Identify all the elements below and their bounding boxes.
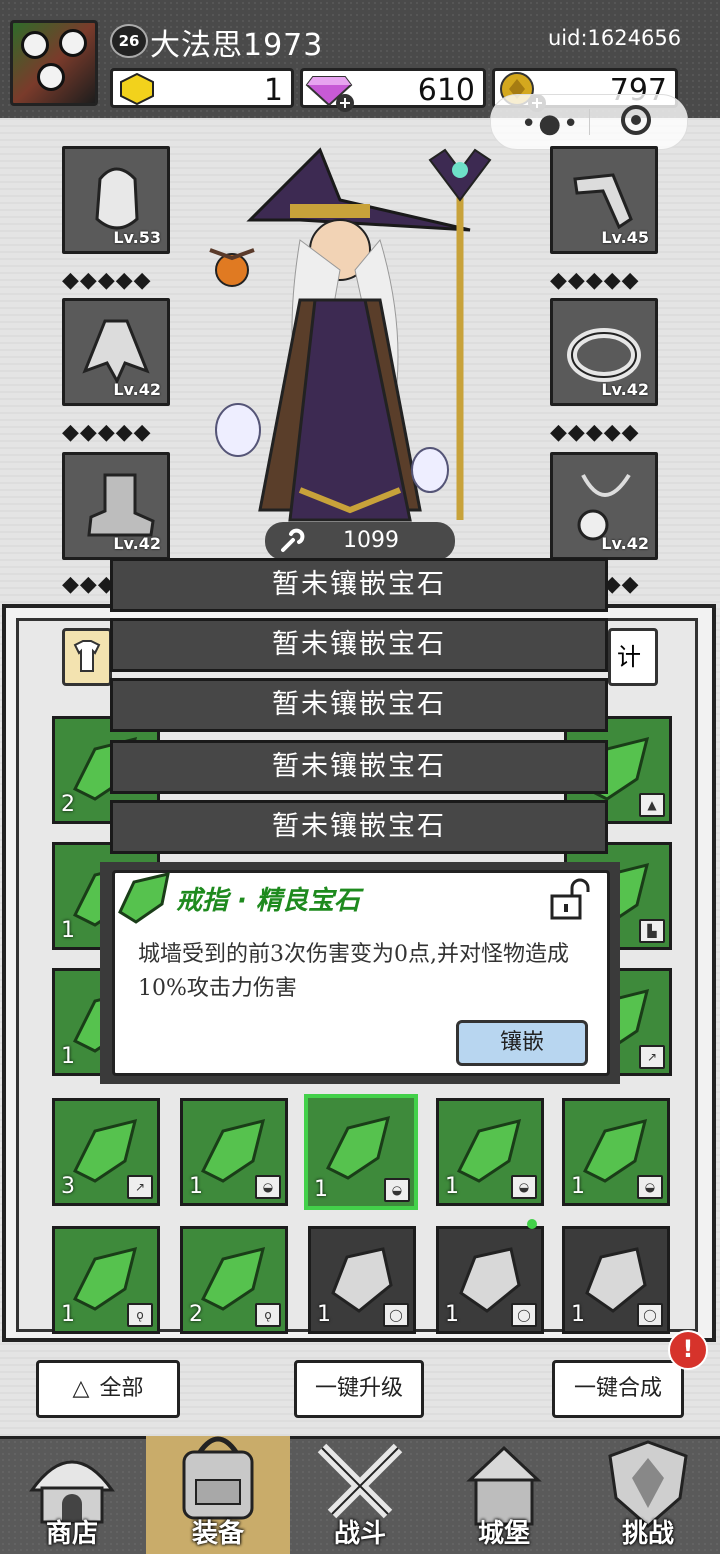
more-menu-icon[interactable]: •●• [521, 109, 580, 139]
gem-cell[interactable]: 1 ◯ [436, 1219, 544, 1334]
equip-level: Lv.45 [601, 228, 649, 247]
gem-cell[interactable]: 2 ǫ [180, 1226, 288, 1334]
gem-socket-5[interactable]: 暂未镶嵌宝石 [110, 800, 608, 854]
diamond-value: 610 [417, 73, 475, 108]
equip-slot-necklace[interactable]: Lv.42 [550, 452, 658, 560]
player-avatar[interactable] [10, 20, 98, 106]
equip-slot-boots[interactable]: Lv.42 [62, 452, 170, 560]
nav-castle[interactable]: 城堡 [432, 1436, 576, 1554]
gem-count: 1 [61, 1302, 75, 1327]
filter-all-button[interactable]: △ 全部 [36, 1360, 180, 1418]
nav-shop[interactable]: 商店 [0, 1436, 144, 1554]
helmet-slot-icon: ◒ [637, 1175, 663, 1199]
nav-battle[interactable]: 战斗 [288, 1436, 432, 1554]
equip-level: Lv.53 [113, 228, 161, 247]
nav-label: 城堡 [477, 1519, 530, 1549]
equip-level: Lv.42 [113, 380, 161, 399]
backpack-icon [182, 1436, 254, 1520]
necklace-slot-icon: ǫ [127, 1303, 153, 1327]
gem-title: 戒指 · 精良宝石 [176, 886, 360, 916]
equip-slot-bracer[interactable]: Lv.45 [550, 146, 658, 254]
combat-power: 1099 [265, 522, 455, 560]
gold-hex-currency[interactable]: 1 [110, 68, 294, 108]
witch-character-art [209, 147, 492, 522]
equip-level: Lv.42 [601, 534, 649, 553]
gem-slots-indicator: ◆◆◆◆◆ [62, 420, 152, 445]
diamond-currency[interactable]: 610 [300, 68, 486, 112]
gem-count: 2 [189, 1302, 203, 1327]
gem-count: 1 [571, 1174, 585, 1199]
gem-count: 1 [314, 1177, 328, 1202]
ring-slot-icon: ◯ [511, 1303, 537, 1327]
bracer-slot-icon: ↗ [127, 1175, 153, 1199]
nav-label: 装备 [191, 1519, 244, 1549]
gem-description: 城墙受到的前3次伤害变为0点,并对怪物造成10%攻击力伤害 [138, 942, 569, 1001]
equip-level: Lv.42 [113, 534, 161, 553]
gem-slots-indicator: ◆◆◆◆◆ [550, 268, 640, 293]
equip-slot-helmet[interactable]: Lv.53 [62, 146, 170, 254]
nav-label: 战斗 [333, 1519, 386, 1549]
equip-slot-ring[interactable]: Lv.42 [550, 298, 658, 406]
gem-count: 2 [61, 792, 75, 817]
filter-all-label: 全部 [99, 1376, 144, 1401]
inlay-button[interactable]: 镶嵌 [456, 1020, 588, 1066]
tab-all-gems[interactable] [62, 628, 112, 686]
notification-badge: ! [668, 1330, 708, 1370]
wrench-icon [281, 528, 305, 552]
ring-slot-icon: ◯ [383, 1303, 409, 1327]
upgrade-all-button[interactable]: 一键升级 [294, 1360, 424, 1418]
gold-hex-icon [120, 73, 154, 105]
player-level-badge: 26 [110, 24, 148, 58]
unlock-icon[interactable] [546, 876, 592, 922]
gem-cell[interactable]: 1 ◒ [436, 1098, 544, 1206]
gem-cell[interactable]: 1 ◯ [308, 1226, 416, 1334]
combat-power-value: 1099 [343, 528, 399, 553]
boots-slot-icon: ▙ [639, 919, 665, 943]
close-target-icon[interactable] [621, 105, 651, 135]
ring-slot-icon: ◯ [637, 1303, 663, 1327]
helmet-slot-icon: ◒ [384, 1178, 410, 1202]
gem-count: 1 [317, 1302, 331, 1327]
gem-count: 1 [445, 1174, 459, 1199]
gem-cell[interactable]: 1 ǫ [52, 1226, 160, 1334]
gem-cell-selected[interactable]: 1 ◒ [304, 1094, 418, 1210]
gem-slots-indicator: ◆◆◆◆◆ [550, 420, 640, 445]
merge-all-button[interactable]: 一键合成 [552, 1360, 684, 1418]
gem-count: 1 [61, 918, 75, 943]
gem-cell[interactable]: 1 ◒ [562, 1098, 670, 1206]
tab-stats[interactable]: 计 [608, 628, 658, 686]
nav-challenge[interactable]: 挑战 [576, 1436, 720, 1554]
necklace-slot-icon: ǫ [255, 1303, 281, 1327]
gem-socket-2[interactable]: 暂未镶嵌宝石 [110, 618, 608, 672]
gold-hex-value: 1 [263, 73, 283, 108]
gem-cell[interactable]: 1 ◯ [562, 1226, 670, 1334]
diamond-add-icon[interactable] [335, 93, 355, 113]
gem-socket-3[interactable]: 暂未镶嵌宝石 [110, 678, 608, 732]
equip-slot-cape[interactable]: Lv.42 [62, 298, 170, 406]
nav-equipment[interactable]: 装备 [146, 1436, 290, 1554]
gem-slots-indicator: ◆◆◆◆◆ [62, 268, 152, 293]
helmet-slot-icon: ◒ [255, 1175, 281, 1199]
equip-level: Lv.42 [601, 380, 649, 399]
player-name: 大法思1973 [150, 28, 324, 63]
gem-socket-4[interactable]: 暂未镶嵌宝石 [110, 740, 608, 794]
new-dot-indicator [527, 1219, 537, 1229]
triangle-up-icon: △ [72, 1376, 90, 1401]
gem-count: 1 [189, 1174, 203, 1199]
green-gem-icon [118, 872, 170, 924]
gem-cell[interactable]: 3 ↗ [52, 1098, 160, 1206]
bracer-slot-icon: ↗ [639, 1045, 665, 1069]
shirt-icon [73, 640, 101, 672]
player-uid: uid:1624656 [548, 26, 682, 50]
gem-count: 3 [61, 1174, 75, 1199]
gem-count: 1 [571, 1302, 585, 1327]
helmet-slot-icon: ◒ [511, 1175, 537, 1199]
gem-socket-1[interactable]: 暂未镶嵌宝石 [110, 558, 608, 612]
nav-label: 商店 [45, 1519, 98, 1549]
nav-label: 挑战 [621, 1519, 674, 1549]
cape-slot-icon: ▲ [639, 793, 665, 817]
gem-count: 1 [445, 1302, 459, 1327]
gem-cell[interactable]: 1 ◒ [180, 1098, 288, 1206]
gem-count: 1 [61, 1044, 75, 1069]
